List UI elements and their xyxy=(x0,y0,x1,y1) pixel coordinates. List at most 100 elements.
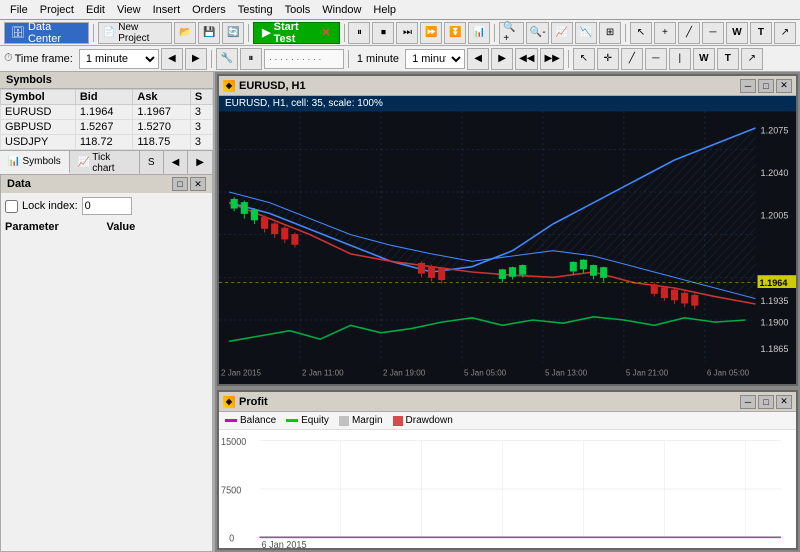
s-gbpusd: 3 xyxy=(190,120,212,135)
tab-nav-next[interactable]: ▶ xyxy=(188,151,213,174)
label-tool[interactable]: T xyxy=(717,48,739,70)
cross-tool[interactable]: ✛ xyxy=(597,48,619,70)
tb-btn6[interactable]: 📊 xyxy=(468,22,490,44)
lock-index-input[interactable] xyxy=(82,197,132,215)
arr-tool[interactable]: ↗ xyxy=(741,48,763,70)
label-button[interactable]: T xyxy=(750,22,772,44)
chart-content[interactable]: EURUSD, H1, cell: 35, scale: 100% xyxy=(219,96,796,384)
data-close-button[interactable]: ✕ xyxy=(190,177,206,191)
chart-info-bar: EURUSD, H1, cell: 35, scale: 100% xyxy=(219,96,796,111)
speed-bar: · · · · · · · · · · xyxy=(264,49,344,69)
table-row[interactable]: GBPUSD 1.5267 1.5270 3 xyxy=(1,120,213,135)
zoom-in-button[interactable]: 🔍+ xyxy=(499,22,524,44)
svg-text:1.1865: 1.1865 xyxy=(761,344,789,354)
profit-restore-button[interactable]: □ xyxy=(758,395,774,409)
objects-button[interactable]: ⊞ xyxy=(599,22,621,44)
profit-close-button[interactable]: ✕ xyxy=(776,395,792,409)
tb-btn2[interactable]: ⏹ xyxy=(372,22,394,44)
hline-button[interactable]: ─ xyxy=(702,22,724,44)
tab-symbols[interactable]: 📊 Symbols xyxy=(0,151,70,174)
zoom-out-button[interactable]: 🔍- xyxy=(526,22,549,44)
table-row[interactable]: USDJPY 118.72 118.75 3 xyxy=(1,135,213,150)
tf-btn2[interactable]: ▶ xyxy=(491,48,513,70)
data-restore-button[interactable]: □ xyxy=(172,177,188,191)
menu-project[interactable]: Project xyxy=(34,2,80,18)
data-cols: Parameter Value xyxy=(1,219,212,235)
menu-orders[interactable]: Orders xyxy=(186,2,232,18)
chart-restore-button[interactable]: □ xyxy=(758,79,774,93)
tb-btn5[interactable]: ⏬ xyxy=(444,22,466,44)
separator5 xyxy=(625,24,626,42)
starttest-x-icon: ✕ xyxy=(321,26,330,39)
newproject-button[interactable]: 📄 New Project xyxy=(98,22,172,44)
crosshair-button[interactable]: + xyxy=(654,22,676,44)
balance-label: Balance xyxy=(240,415,276,426)
tf-prev-button[interactable]: ◀ xyxy=(161,48,183,70)
datacenter-button[interactable]: 🗄 Data Center xyxy=(4,22,89,44)
save-button[interactable]: 💾 xyxy=(198,22,220,44)
text-button[interactable]: W xyxy=(726,22,748,44)
tab-nav-prev[interactable]: ◀ xyxy=(164,151,189,174)
text-tool[interactable]: W xyxy=(693,48,715,70)
lock-index-row: Lock index: xyxy=(1,193,212,219)
tf-tool1[interactable]: 🔧 xyxy=(216,48,238,70)
tf-btn3[interactable]: ◀◀ xyxy=(515,48,538,70)
sep-tf xyxy=(211,50,212,68)
tf-pause[interactable]: ⏸ xyxy=(240,48,262,70)
tf-btn4[interactable]: ▶▶ xyxy=(540,48,563,70)
menu-window[interactable]: Window xyxy=(316,2,367,18)
chart-close-button[interactable]: ✕ xyxy=(776,79,792,93)
profit-svg: 15000 7500 0 6 Jan 2015 xyxy=(219,430,796,548)
menu-edit[interactable]: Edit xyxy=(80,2,111,18)
tf-btn1[interactable]: ◀ xyxy=(467,48,489,70)
cursor-tool[interactable]: ↖ xyxy=(573,48,595,70)
sep-tf3 xyxy=(568,50,569,68)
svg-text:15000: 15000 xyxy=(221,437,246,447)
separator4 xyxy=(494,24,495,42)
open-button[interactable]: 📂 xyxy=(174,22,196,44)
svg-text:2 Jan 2015: 2 Jan 2015 xyxy=(221,367,261,377)
svg-text:1.1935: 1.1935 xyxy=(761,296,789,306)
svg-text:1.2075: 1.2075 xyxy=(761,125,789,135)
symbols-header: Symbols xyxy=(0,72,213,89)
timeframe-select[interactable]: 1 minute xyxy=(79,49,159,69)
svg-text:1.1900: 1.1900 xyxy=(761,317,789,327)
tb-btn1[interactable]: ⏸ xyxy=(348,22,370,44)
balance-color xyxy=(225,419,237,422)
lock-index-checkbox[interactable] xyxy=(5,200,18,213)
profit-chart-content[interactable]: 15000 7500 0 6 Jan 2015 xyxy=(219,430,796,548)
menu-help[interactable]: Help xyxy=(367,2,402,18)
table-row[interactable]: EURUSD 1.1964 1.1967 3 xyxy=(1,105,213,120)
profit-minimize-button[interactable]: ─ xyxy=(740,395,756,409)
tb-btn4[interactable]: ⏩ xyxy=(420,22,442,44)
menu-testing[interactable]: Testing xyxy=(232,2,279,18)
menu-insert[interactable]: Insert xyxy=(147,2,187,18)
tab-tickchart[interactable]: 📈 Tick chart xyxy=(70,151,140,174)
line-button[interactable]: ╱ xyxy=(678,22,700,44)
tb-btn3[interactable]: ⏭ xyxy=(396,22,418,44)
tab-s[interactable]: S xyxy=(140,151,164,174)
chart-minimize-button[interactable]: ─ xyxy=(740,79,756,93)
starttest-button[interactable]: ▶ Start Test ✕ xyxy=(253,22,339,44)
chart-props-button[interactable]: 📈 xyxy=(551,22,573,44)
arrow-button[interactable]: ↗ xyxy=(774,22,796,44)
vline-tool[interactable]: | xyxy=(669,48,691,70)
menu-tools[interactable]: Tools xyxy=(279,2,317,18)
line-tool[interactable]: ╱ xyxy=(621,48,643,70)
profit-legend: Balance Equity Margin Drawdown xyxy=(219,412,796,430)
data-title: Data xyxy=(7,178,31,190)
hline-tool[interactable]: ─ xyxy=(645,48,667,70)
refresh-button[interactable]: 🔄 xyxy=(222,22,244,44)
separator1 xyxy=(93,24,94,42)
symbols-tab-icon: 📊 xyxy=(8,156,20,167)
svg-text:6 Jan 2015: 6 Jan 2015 xyxy=(262,540,307,548)
tf-next-button[interactable]: ▶ xyxy=(185,48,207,70)
indicators-button[interactable]: 📉 xyxy=(575,22,597,44)
menu-view[interactable]: View xyxy=(111,2,147,18)
svg-text:5 Jan 21:00: 5 Jan 21:00 xyxy=(626,367,669,377)
ask-gbpusd: 1.5270 xyxy=(133,120,191,135)
cursor-button[interactable]: ↖ xyxy=(630,22,652,44)
timeframe-select2[interactable]: 1 minute xyxy=(405,49,465,69)
right-panel: ◈ EURUSD, H1 ─ □ ✕ EURUSD, H1, cell: 35,… xyxy=(215,72,800,552)
menu-file[interactable]: File xyxy=(4,2,34,18)
